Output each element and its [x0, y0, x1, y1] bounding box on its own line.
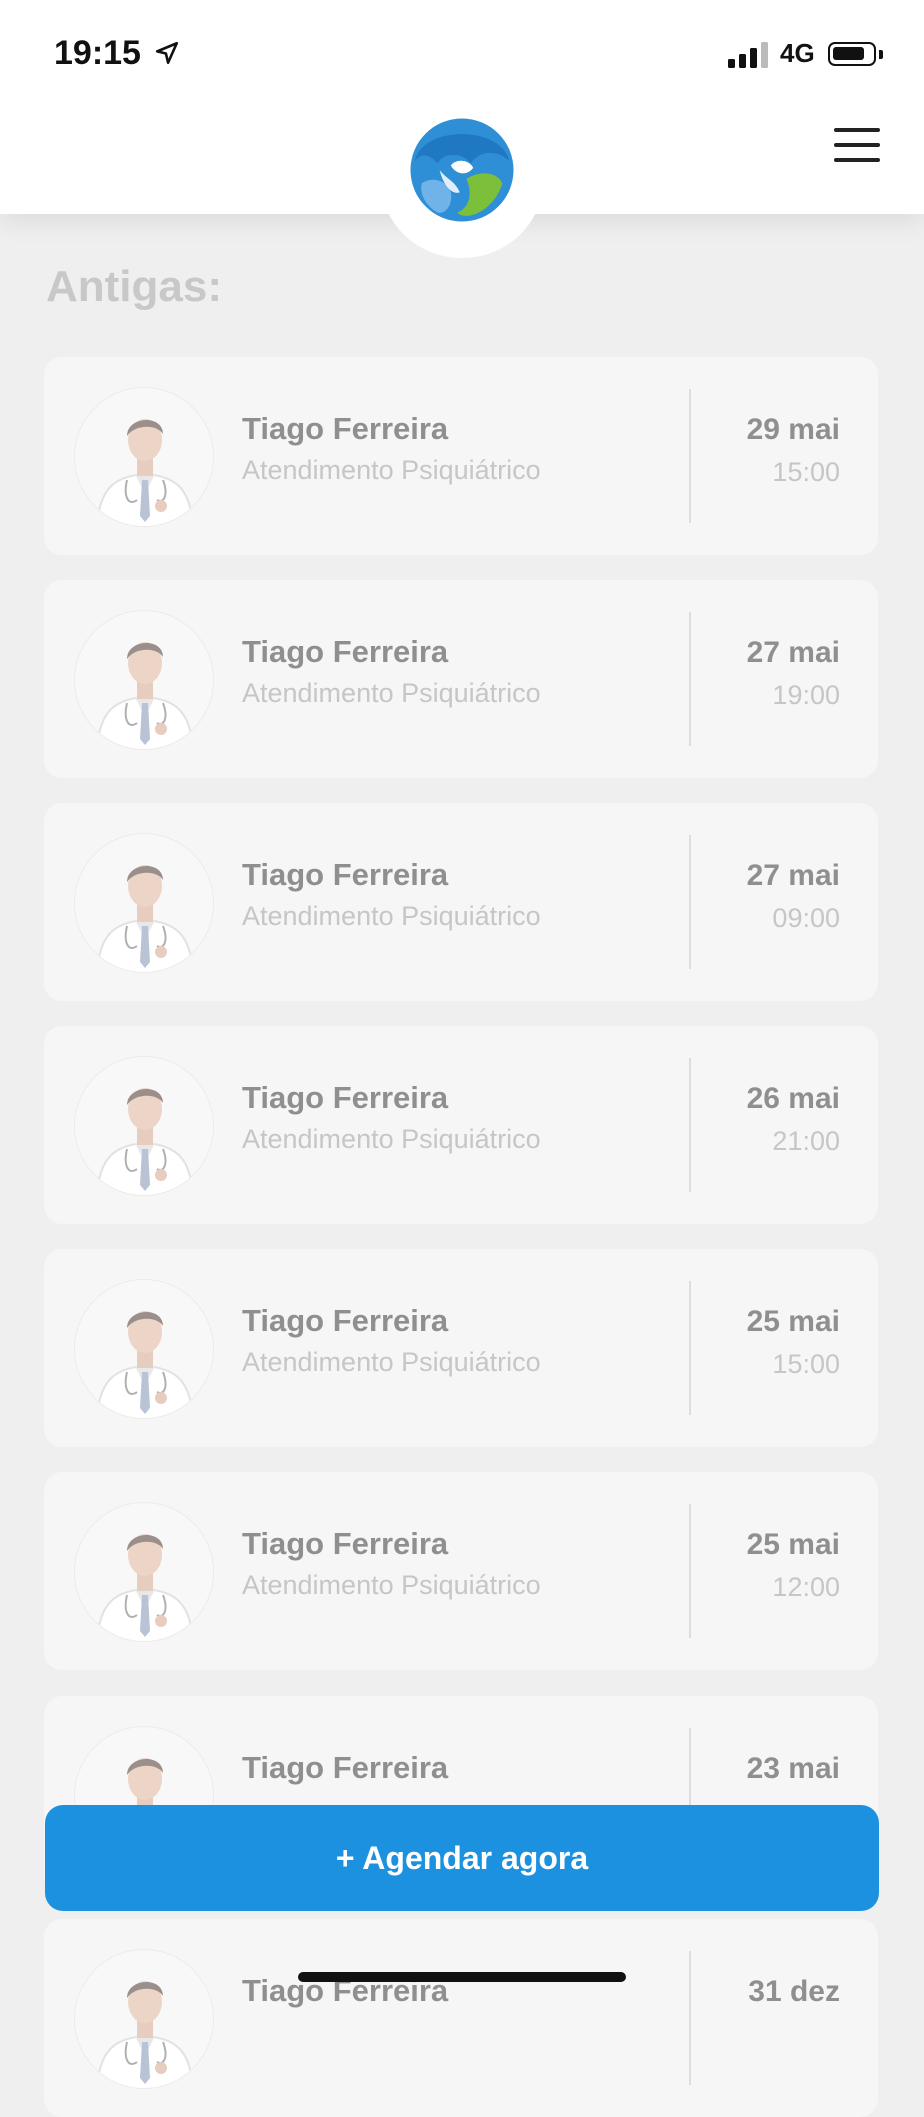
divider [689, 1281, 691, 1415]
appointment-card[interactable]: Tiago Ferreira Atendimento Psiquiátrico … [44, 803, 878, 1001]
app-logo-icon [410, 118, 514, 222]
service-type: Atendimento Psiquiátrico [242, 1347, 541, 1377]
doctor-photo-icon [75, 388, 213, 526]
divider [689, 835, 691, 969]
hamburger-menu-icon[interactable] [834, 128, 880, 162]
appointment-card[interactable]: Tiago Ferreira Atendimento Psiquiátrico … [44, 1472, 878, 1670]
divider [689, 1951, 691, 2085]
schedule-now-button[interactable]: + Agendar agora [45, 1805, 879, 1911]
appointment-card[interactable]: Tiago Ferreira Atendimento Psiquiátrico … [44, 357, 878, 555]
appointment-date: 26 mai [746, 1082, 840, 1115]
doctor-name: Tiago Ferreira [242, 1080, 449, 1115]
divider [689, 1504, 691, 1638]
appointment-time: 21:00 [772, 1126, 840, 1156]
appointment-card[interactable]: Tiago Ferreira Atendimento Psiquiátrico … [44, 1026, 878, 1224]
doctor-avatar [74, 833, 214, 973]
doctor-photo-icon [75, 1950, 213, 2088]
doctor-photo-icon [75, 834, 213, 972]
appointment-date: 25 mai [746, 1528, 840, 1561]
battery-icon [828, 42, 876, 66]
signal-icon [728, 42, 770, 68]
service-type: Atendimento Psiquiátrico [242, 1570, 541, 1600]
divider [689, 1058, 691, 1192]
divider [689, 612, 691, 746]
doctor-avatar [74, 1502, 214, 1642]
appointment-time: 19:00 [772, 680, 840, 710]
section-title: Antigas: [46, 262, 222, 311]
doctor-photo-icon [75, 1280, 213, 1418]
appointment-time: 12:00 [772, 1572, 840, 1602]
appointment-date: 31 dez [748, 1975, 840, 2008]
battery-tip [879, 50, 883, 59]
appointment-card[interactable]: Tiago Ferreira Atendimento Psiquiátrico … [44, 580, 878, 778]
appointment-time: 09:00 [772, 903, 840, 933]
appointment-date: 29 mai [746, 413, 840, 446]
doctor-name: Tiago Ferreira [242, 1526, 449, 1561]
service-type: Atendimento Psiquiátrico [242, 678, 541, 708]
appointment-card[interactable]: Tiago Ferreira 31 dez [44, 1919, 878, 2117]
doctor-avatar [74, 387, 214, 527]
appointment-date: 27 mai [746, 636, 840, 669]
appointment-date: 25 mai [746, 1305, 840, 1338]
location-arrow-icon [155, 41, 179, 65]
doctor-photo-icon [75, 611, 213, 749]
appointment-card[interactable]: Tiago Ferreira Atendimento Psiquiátrico … [44, 1249, 878, 1447]
doctor-name: Tiago Ferreira [242, 634, 449, 669]
doctor-avatar [74, 1949, 214, 2089]
appointment-time: 15:00 [772, 1349, 840, 1379]
home-indicator [298, 1972, 626, 1982]
doctor-name: Tiago Ferreira [242, 857, 449, 892]
appointment-time: 15:00 [772, 457, 840, 487]
network-label: 4G [780, 38, 815, 68]
doctor-avatar [74, 1056, 214, 1196]
appointment-date: 23 mai [746, 1752, 840, 1785]
service-type: Atendimento Psiquiátrico [242, 455, 541, 485]
doctor-name: Tiago Ferreira [242, 1303, 449, 1338]
doctor-photo-icon [75, 1503, 213, 1641]
service-type: Atendimento Psiquiátrico [242, 1124, 541, 1154]
status-time: 19:15 [54, 34, 141, 72]
doctor-photo-icon [75, 1057, 213, 1195]
doctor-name: Tiago Ferreira [242, 411, 449, 446]
status-bar: 19:15 4G [0, 0, 924, 110]
service-type: Atendimento Psiquiátrico [242, 901, 541, 931]
appointment-date: 27 mai [746, 859, 840, 892]
doctor-avatar [74, 1279, 214, 1419]
doctor-avatar [74, 610, 214, 750]
doctor-name: Tiago Ferreira [242, 1750, 449, 1785]
divider [689, 389, 691, 523]
